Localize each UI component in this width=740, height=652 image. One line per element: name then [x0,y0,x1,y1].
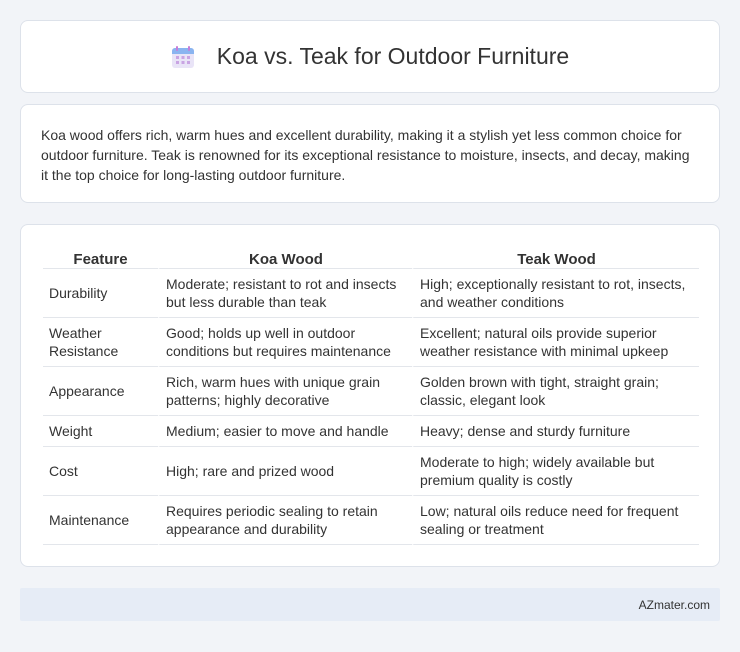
teak-cell: Golden brown with tight, straight grain;… [412,367,699,416]
teak-cell: Heavy; dense and sturdy furniture [412,416,699,447]
footer-bar: AZmater.com [20,588,720,621]
feature-cell: Durability [43,269,158,318]
table-row: Weather Resistance Good; holds up well i… [43,318,699,367]
footer-site-link[interactable]: AZmater.com [639,598,710,612]
koa-cell: Good; holds up well in outdoor condition… [158,318,412,367]
teak-cell: Moderate to high; widely available but p… [412,447,699,496]
intro-text: Koa wood offers rich, warm hues and exce… [41,127,690,183]
intro-card: Koa wood offers rich, warm hues and exce… [20,104,720,203]
page-title: Koa vs. Teak for Outdoor Furniture [216,43,570,69]
teak-cell: Excellent; natural oils provide superior… [412,318,699,367]
feature-cell: Maintenance [43,496,158,545]
comparison-table: Feature Koa Wood Teak Wood Durability Mo… [43,247,699,545]
table-row: Durability Moderate; resistant to rot an… [43,269,699,318]
comparison-card: Feature Koa Wood Teak Wood Durability Mo… [20,224,720,567]
calendar-icon [171,45,195,69]
table-row: Appearance Rich, warm hues with unique g… [43,367,699,416]
koa-cell: Moderate; resistant to rot and insects b… [158,269,412,318]
column-header-feature: Feature [43,247,158,269]
feature-cell: Weight [43,416,158,447]
feature-cell: Cost [43,447,158,496]
column-header-koa: Koa Wood [158,247,412,269]
table-row: Maintenance Requires periodic sealing to… [43,496,699,545]
koa-cell: Rich, warm hues with unique grain patter… [158,367,412,416]
table-row: Cost High; rare and prized wood Moderate… [43,447,699,496]
title-card: Koa vs. Teak for Outdoor Furniture [20,20,720,93]
table-row: Weight Medium; easier to move and handle… [43,416,699,447]
feature-cell: Weather Resistance [43,318,158,367]
koa-cell: High; rare and prized wood [158,447,412,496]
teak-cell: High; exceptionally resistant to rot, in… [412,269,699,318]
koa-cell: Requires periodic sealing to retain appe… [158,496,412,545]
teak-cell: Low; natural oils reduce need for freque… [412,496,699,545]
table-header-row: Feature Koa Wood Teak Wood [43,247,699,269]
koa-cell: Medium; easier to move and handle [158,416,412,447]
column-header-teak: Teak Wood [412,247,699,269]
feature-cell: Appearance [43,367,158,416]
